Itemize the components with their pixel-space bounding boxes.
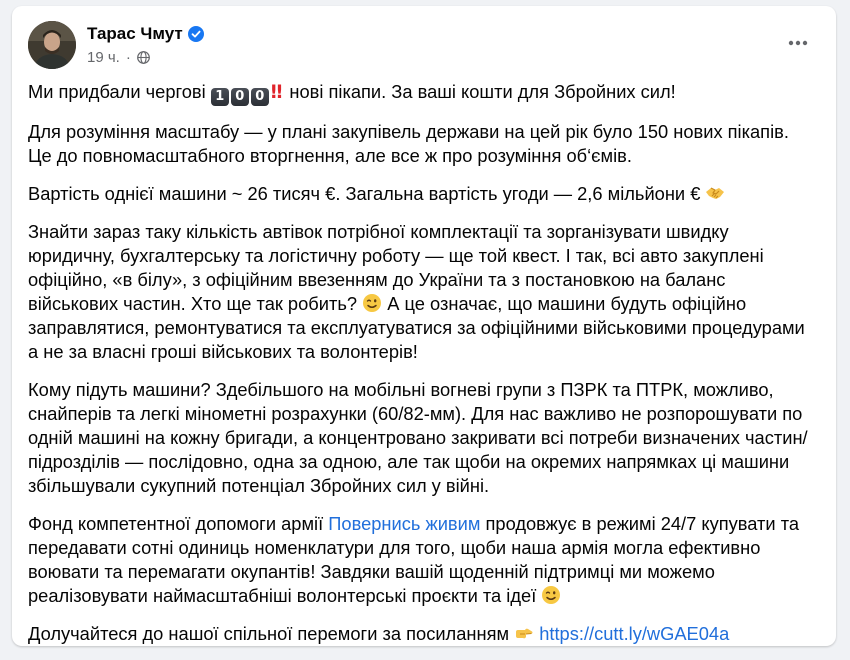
p3-text: Вартість однієї машини ~ 26 тисяч €. Заг… <box>28 183 701 204</box>
author-row: Тарас Чмут <box>87 24 204 44</box>
post-header: Тарас Чмут 19 ч. · <box>28 20 204 70</box>
post-meta: 19 ч. · <box>87 49 204 66</box>
wink-emoji-icon <box>362 293 382 313</box>
post-paragraph-5: Кому підуть машини? Здебільшого на мобіл… <box>28 379 808 496</box>
post-card: Тарас Чмут 19 ч. · Ми придбали чергові 1… <box>12 6 836 646</box>
donation-url-link[interactable]: https://cutt.ly/wGAE04a <box>539 623 729 644</box>
post-paragraph-7: Долучайтеся до нашої спільної перемоги з… <box>28 622 813 646</box>
page-mention-link[interactable]: Повернись живим <box>328 513 480 534</box>
post-paragraph-4: Знайти зараз таку кількість автівок потр… <box>28 220 813 364</box>
globe-icon[interactable] <box>136 51 150 64</box>
post-paragraph-2: Для розуміння масштабу — у плані закупів… <box>28 121 789 166</box>
post-paragraph-6: Фонд компетентної допомоги армії Поверни… <box>28 512 813 608</box>
post-paragraph-1: Ми придбали чергові 1 0 0 ‼ нові пікапи. За… <box>28 80 813 106</box>
more-options-icon <box>788 40 808 46</box>
handshake-emoji-icon <box>705 183 725 203</box>
double-exclamation-icon: ‼ <box>270 82 283 103</box>
keycap-zero-icon: 0 <box>250 88 269 106</box>
author-block: Тарас Чмут 19 ч. · <box>87 24 204 66</box>
wink-emoji-icon <box>541 585 561 605</box>
p1-text-start: Ми придбали чергові <box>28 81 206 102</box>
verified-badge-icon <box>187 26 204 42</box>
author-name[interactable]: Тарас Чмут <box>87 24 183 44</box>
p6-text-start: Фонд компетентної допомоги армії <box>28 513 324 534</box>
meta-separator: · <box>125 49 131 66</box>
post-timestamp[interactable]: 19 ч. <box>87 49 120 66</box>
keycap-zero-icon: 0 <box>230 88 249 106</box>
keycap-one-icon: 1 <box>210 88 229 106</box>
post-paragraph-3: Вартість однієї машини ~ 26 тисяч €. Заг… <box>28 182 813 206</box>
p7-text: Долучайтеся до нашої спільної перемоги з… <box>28 623 510 644</box>
avatar[interactable] <box>28 21 76 69</box>
post-body: Ми придбали чергові 1 0 0 ‼ нові пікапи. За… <box>28 80 813 660</box>
p1-text-end: нові пікапи. За ваші кошти для Збройних … <box>289 81 676 102</box>
more-options-button[interactable] <box>780 30 816 56</box>
avatar-photo <box>28 21 76 69</box>
point-right-emoji-icon <box>514 623 534 643</box>
